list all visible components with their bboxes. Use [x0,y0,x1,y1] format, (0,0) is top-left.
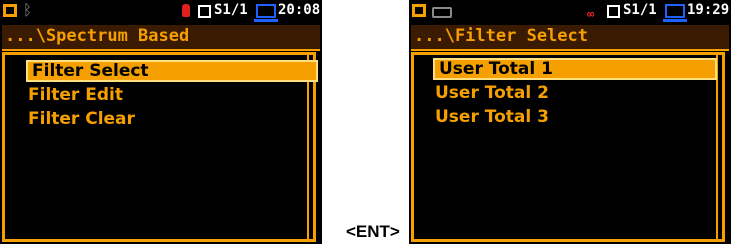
menu-item-user-total-1[interactable]: User Total 1 [433,58,717,80]
screen-title: ...\Filter Select [414,26,588,46]
bluetooth-icon: ᛒ [23,1,33,19]
pc-connection-icon [254,4,278,22]
s-indicator: S1/1 [623,2,657,18]
sd-card-icon [412,4,426,17]
clock: 20:08 [278,2,321,18]
status-bar: ∞ S1/1 19:29 [409,0,731,22]
enter-key-label: <ENT> [346,222,400,241]
loop-icon: ∞ [587,7,595,21]
left-device-screen: ᛒ S1/1 20:08 ...\Spectrum Based Filter S… [0,0,322,244]
screen-title-bar: ...\Filter Select [411,25,729,51]
screen-title: ...\Spectrum Based [5,26,190,46]
battery-icon [432,7,452,18]
menu-item-user-total-2[interactable]: User Total 2 [435,82,549,104]
menu-item-filter-clear[interactable]: Filter Clear [28,108,135,130]
s-indicator: S1/1 [214,2,248,18]
clock: 19:29 [687,2,730,18]
right-device-screen: ∞ S1/1 19:29 ...\Filter Select User Tota… [409,0,731,244]
menu-item-user-total-3[interactable]: User Total 3 [435,106,549,128]
square-indicator-icon [198,5,211,18]
screen-title-bar: ...\Spectrum Based [2,25,320,51]
menu-panel [411,52,725,242]
microphone-icon [182,4,190,17]
menu-item-filter-edit[interactable]: Filter Edit [28,84,123,106]
status-bar: ᛒ S1/1 20:08 [0,0,322,22]
square-indicator-icon [607,5,620,18]
sd-card-icon [3,4,17,17]
pc-connection-icon [663,4,687,22]
menu-item-filter-select[interactable]: Filter Select [26,60,318,82]
